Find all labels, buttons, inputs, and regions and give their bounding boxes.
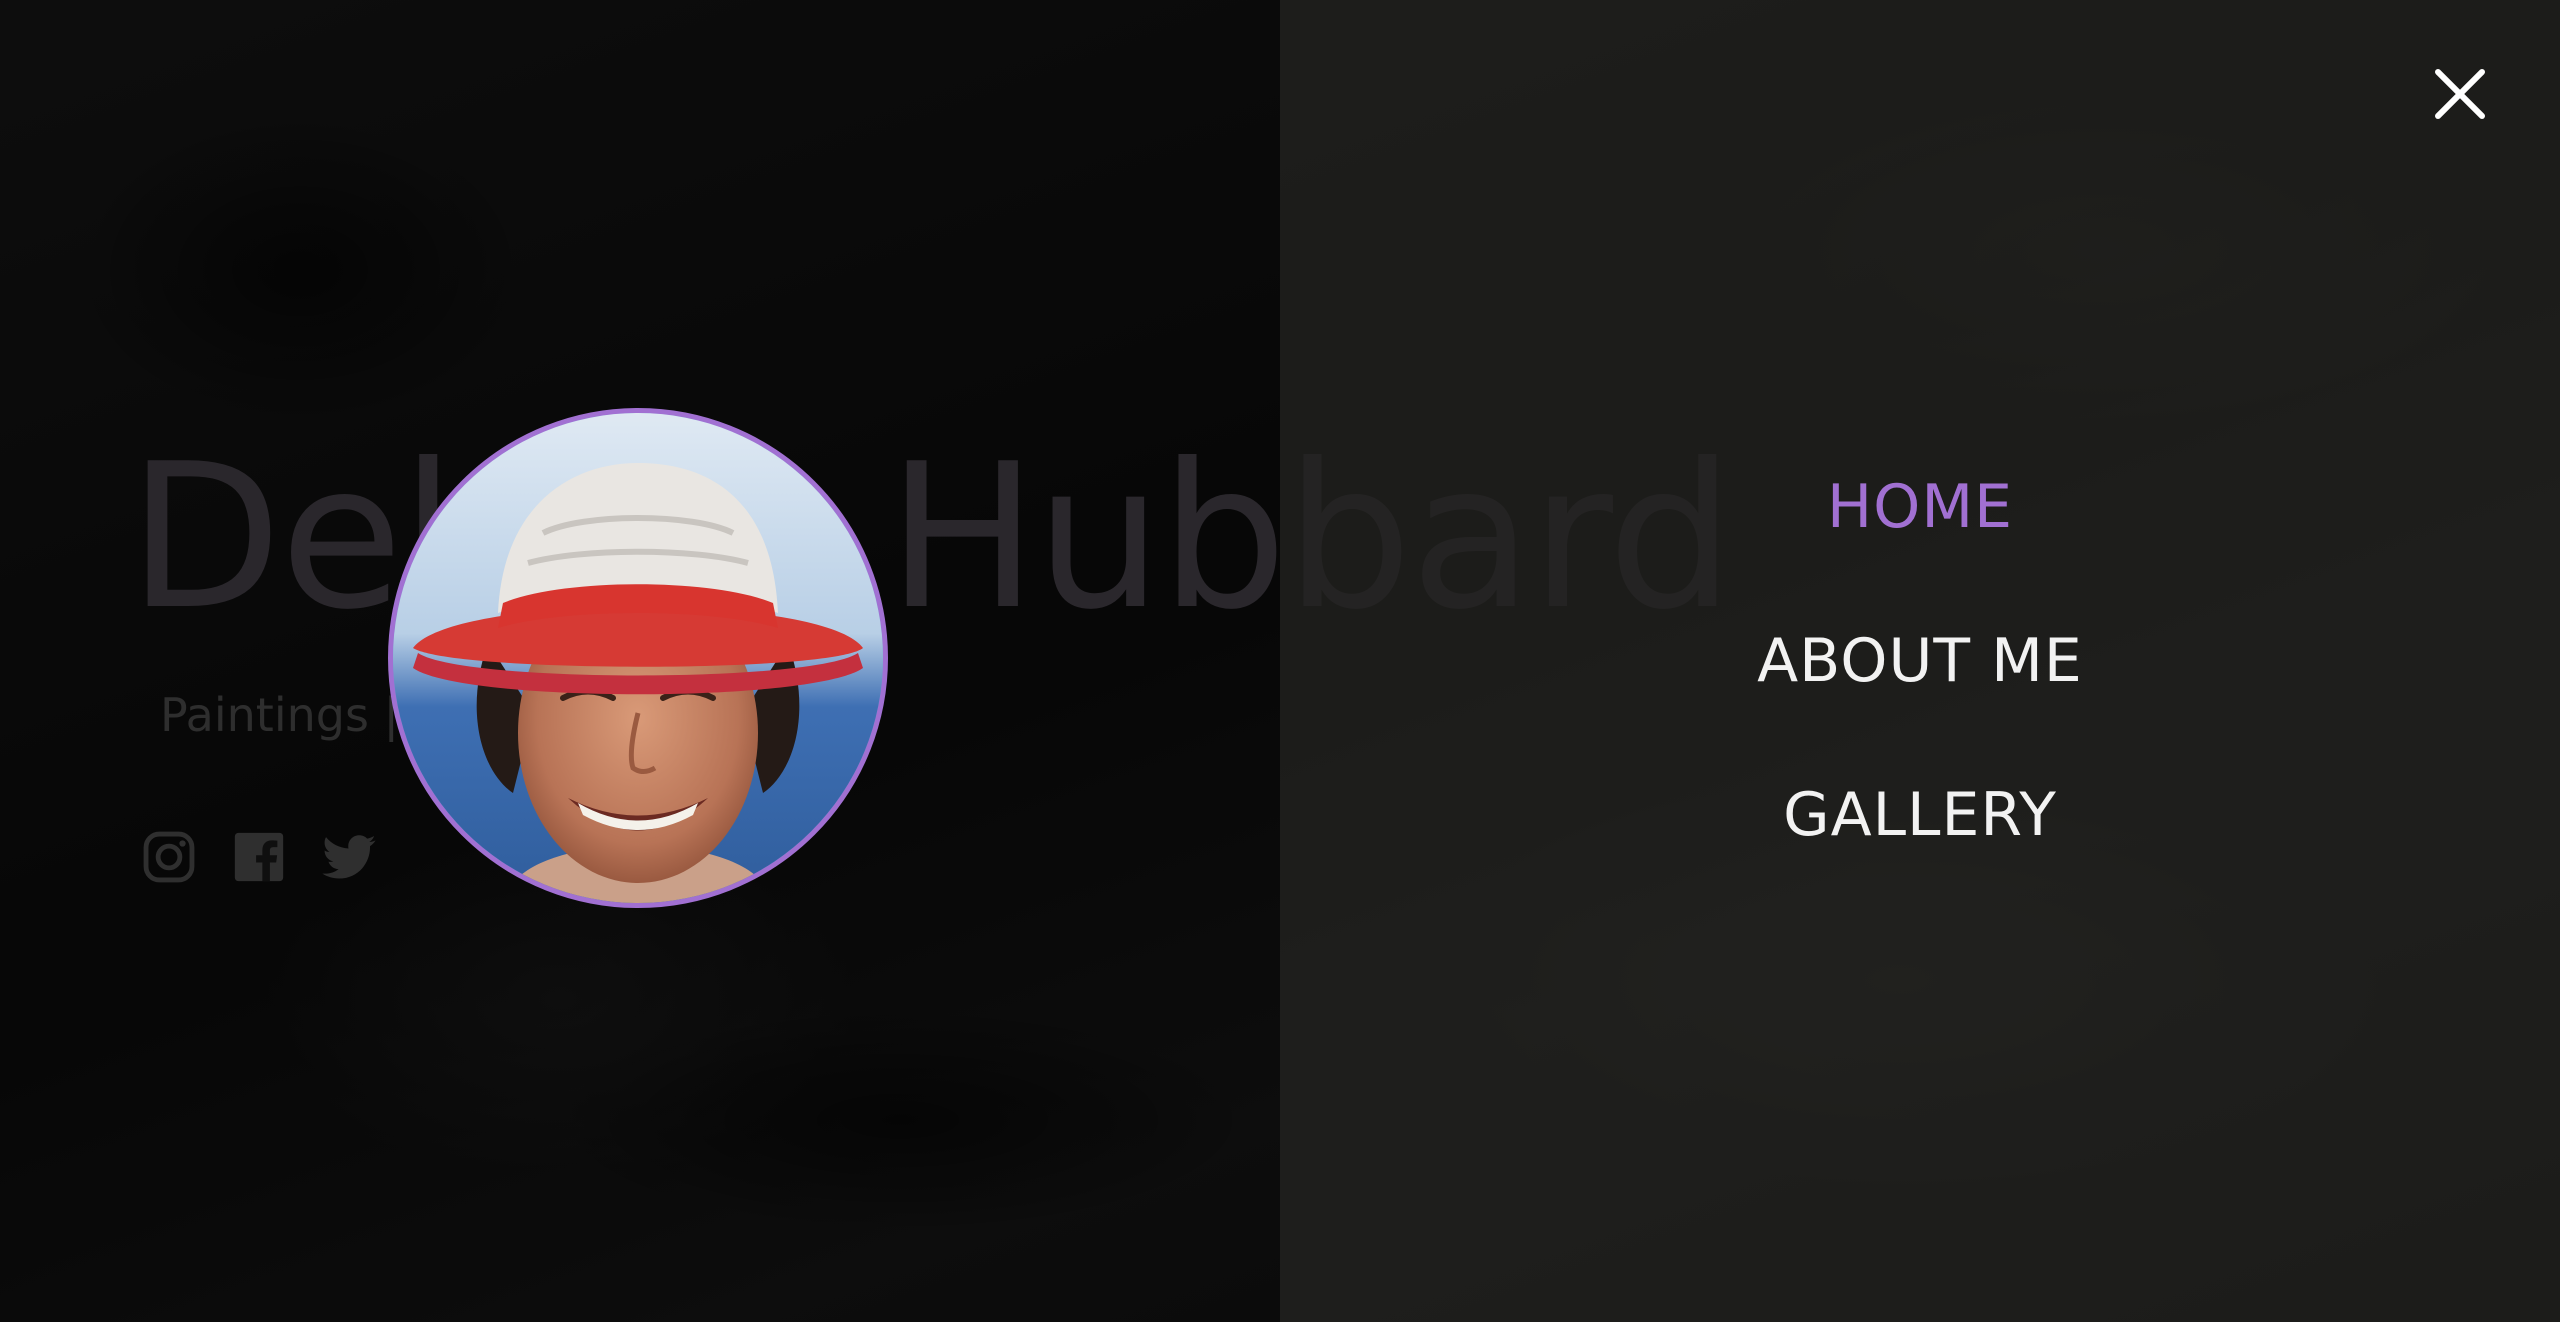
menu-link-home[interactable]: HOME <box>1827 472 2013 542</box>
main-menu: HOME ABOUT ME GALLERY <box>1280 440 2560 902</box>
instagram-icon[interactable] <box>140 828 198 886</box>
twitter-icon[interactable] <box>320 828 378 886</box>
social-links <box>140 828 378 886</box>
menu-item-gallery: GALLERY <box>1280 748 2560 902</box>
menu-item-home: HOME <box>1280 440 2560 594</box>
profile-photo-illustration <box>393 413 883 903</box>
facebook-icon[interactable] <box>230 828 288 886</box>
profile-photo <box>388 408 888 908</box>
page: Debbie Hubbard Paintings | Sketches HOME… <box>0 0 2560 1322</box>
menu-link-about-me[interactable]: ABOUT ME <box>1757 626 2083 696</box>
close-icon[interactable] <box>2432 66 2488 122</box>
menu-link-gallery[interactable]: GALLERY <box>1783 780 2057 850</box>
menu-item-about-me: ABOUT ME <box>1280 594 2560 748</box>
